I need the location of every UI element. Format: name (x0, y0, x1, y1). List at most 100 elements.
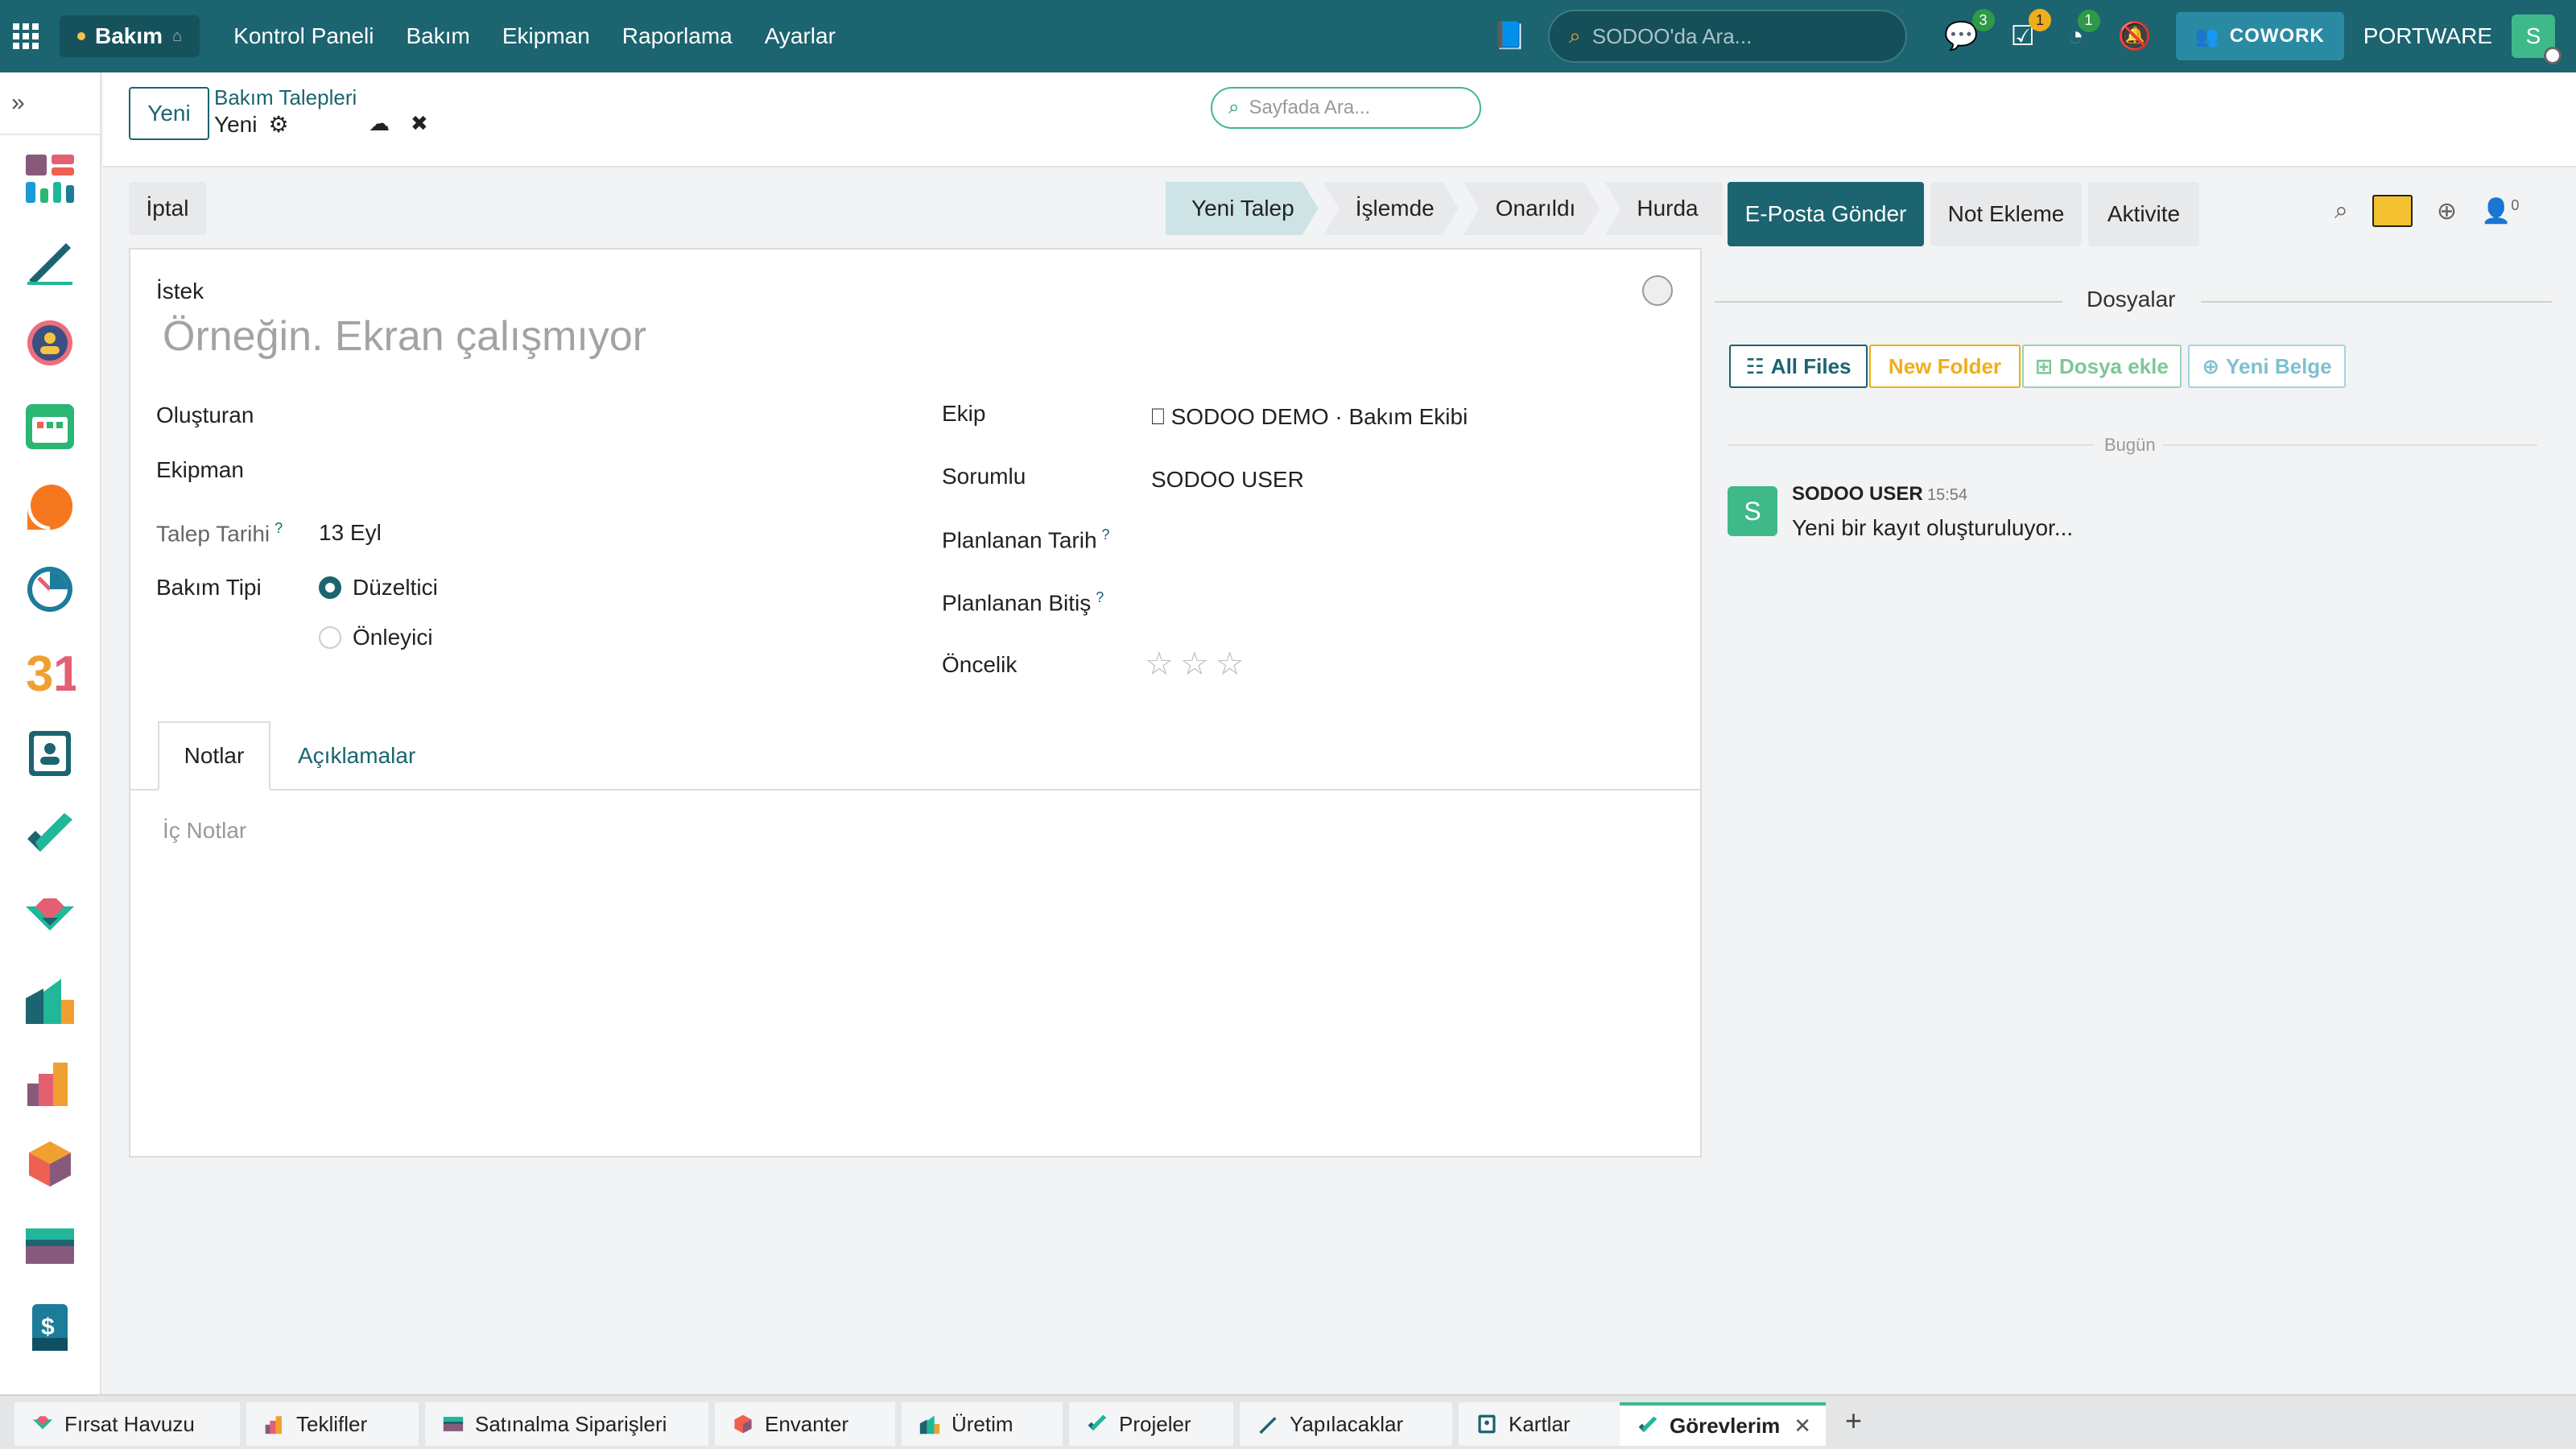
discard-close-icon[interactable]: ✖ (411, 111, 428, 136)
radio-corrective[interactable] (319, 576, 341, 599)
activities-icon[interactable]: ☑ 1 (2011, 9, 2051, 52)
discuss-app-icon[interactable] (24, 481, 76, 533)
radio-preventive-label[interactable]: Önleyici (353, 625, 433, 650)
global-search-input[interactable]: ⌕ SODOO'da Ara... (1548, 10, 1908, 63)
manufacturing-app-icon[interactable] (24, 974, 76, 1026)
message-author-avatar[interactable]: S (1728, 486, 1777, 536)
company-switcher[interactable]: PORTWARE (2363, 23, 2492, 49)
app-name: Bakım (95, 23, 163, 48)
breadcrumb-parent-link[interactable]: Bakım Talepleri (214, 85, 357, 110)
new-record-button[interactable]: Yeni (129, 87, 209, 140)
app-sidebar: » 31 $ (0, 72, 101, 1394)
stage-in-progress[interactable]: İşlemde (1323, 182, 1459, 235)
calendar-31-icon[interactable]: 31 (24, 646, 80, 702)
bottom-tab-label: Üretim (952, 1411, 1013, 1436)
responsible-field[interactable]: SODOO USER (1151, 467, 1304, 493)
tab-descriptions[interactable]: Açıklamalar (298, 721, 415, 791)
page-search-input[interactable]: ⌕ Sayfada Ara... (1211, 87, 1481, 129)
send-email-button[interactable]: E-Posta Gönder (1728, 182, 1924, 246)
users-icon: 👥 (2194, 25, 2220, 47)
gear-icon[interactable]: ⚙ (268, 111, 288, 138)
message-body: Yeni bir kayıt oluşturuluyor... (1792, 515, 2074, 540)
crm-app-icon[interactable] (24, 892, 76, 943)
request-title-input[interactable]: Örneğin. Ekran çalışmıyor (163, 312, 646, 361)
manufacturing-tab-icon (919, 1415, 940, 1435)
cowork-button[interactable]: 👥 COWORK (2175, 12, 2344, 60)
bottom-tab-todo[interactable]: Yapılacaklar (1240, 1402, 1452, 1446)
save-cloud-icon[interactable]: ☁ (369, 111, 390, 136)
bottom-tab-projects[interactable]: Projeler (1069, 1402, 1233, 1446)
help-icon[interactable]: ? (275, 520, 283, 536)
followers-icon[interactable]: 👤0 (2481, 197, 2519, 225)
sales-app-icon[interactable] (24, 1056, 76, 1108)
dashboard-app-icon[interactable] (24, 153, 76, 204)
help-icon[interactable]: ? (1096, 589, 1104, 605)
todo-app-icon[interactable] (24, 235, 76, 287)
bottom-tab-purchase-orders[interactable]: Satınalma Siparişleri (425, 1402, 708, 1446)
bottom-tab-my-tasks[interactable]: Görevlerim ✕ (1620, 1402, 1826, 1446)
message-author[interactable]: SODOO USER (1792, 483, 1923, 506)
svg-text:3: 3 (26, 646, 53, 697)
inventory-app-icon[interactable] (24, 1138, 76, 1190)
folder-icon[interactable] (2372, 195, 2413, 227)
stage-scrap[interactable]: Hurda (1604, 182, 1723, 235)
calendar-app-icon[interactable] (24, 399, 76, 451)
radio-preventive[interactable] (319, 626, 341, 649)
contacts-app-icon[interactable] (24, 728, 76, 779)
user-avatar[interactable]: S (2512, 14, 2562, 64)
bottom-tab-quotations[interactable]: Teklifler (246, 1402, 419, 1446)
team-field[interactable]: ⎕ SODOO DEMO · Bakım Ekibi (1151, 404, 1468, 431)
menu-item-maintenance[interactable]: Bakım (390, 23, 485, 49)
stage-new-request[interactable]: Yeni Talep (1166, 182, 1319, 235)
bottom-tab-cards[interactable]: Kartlar (1459, 1402, 1620, 1446)
invoicing-app-icon[interactable]: $ (24, 1302, 76, 1354)
timer-icon[interactable]: ◔ 1 (2067, 9, 2100, 52)
add-file-button[interactable]: ⊞ Dosya ekle (2022, 345, 2182, 388)
bottom-tab-inventory[interactable]: Envanter (715, 1402, 895, 1446)
meeting-app-icon[interactable] (24, 317, 76, 369)
messages-icon[interactable]: 💬 3 (1944, 9, 1995, 52)
add-follower-icon[interactable]: ⊕ (2437, 197, 2457, 225)
followers-count: 0 (2511, 196, 2520, 213)
cancel-button[interactable]: İptal (129, 182, 206, 235)
close-tab-icon[interactable]: ✕ (1794, 1414, 1811, 1439)
radio-corrective-label[interactable]: Düzeltici (353, 575, 438, 601)
bottom-tab-manufacturing[interactable]: Üretim (902, 1402, 1063, 1446)
menu-item-dashboard[interactable]: Kontrol Paneli (217, 23, 390, 49)
activity-button[interactable]: Aktivite (2088, 182, 2199, 246)
menu-item-equipment[interactable]: Ekipman (486, 23, 606, 49)
star-icon[interactable]: ☆ (1180, 646, 1209, 683)
star-icon[interactable]: ☆ (1145, 646, 1174, 683)
responsible-label: Sorumlu (942, 464, 1026, 489)
bottom-tab-crm[interactable]: Fırsat Havuzu (14, 1402, 240, 1446)
inventory-tab-icon (734, 1414, 752, 1434)
internal-notes-input[interactable]: İç Notlar (163, 818, 246, 844)
tab-notes[interactable]: Notlar (158, 721, 270, 791)
bottom-tab-label: Fırsat Havuzu (64, 1411, 195, 1436)
sidebar-expand-icon[interactable]: » (0, 72, 100, 135)
request-label: İstek (156, 279, 204, 303)
purchase-app-icon[interactable] (24, 1220, 76, 1272)
menu-item-settings[interactable]: Ayarlar (749, 23, 852, 49)
app-brand-button[interactable]: Bakım ⌂ (60, 15, 200, 57)
new-document-button[interactable]: ⊕ Yeni Belge (2188, 345, 2346, 388)
apps-menu-icon[interactable] (0, 0, 52, 72)
bottom-tab-label: Görevlerim (1670, 1413, 1781, 1438)
project-app-icon[interactable] (24, 810, 76, 861)
files-header: Dosyalar (2087, 287, 2176, 312)
log-note-button[interactable]: Not Ekleme (1930, 182, 2082, 246)
request-date-field[interactable]: 13 Eyl (319, 520, 382, 546)
notifications-muted-icon[interactable]: 🔕 (2118, 20, 2152, 52)
all-files-button[interactable]: ☷ All Files (1729, 345, 1868, 388)
menu-item-reporting[interactable]: Raporlama (606, 23, 749, 49)
knowledge-book-icon[interactable]: 📘 (1493, 20, 1527, 52)
contacts-tab-icon (1478, 1414, 1496, 1434)
stage-repaired[interactable]: Onarıldı (1463, 182, 1600, 235)
help-icon[interactable]: ? (1102, 526, 1110, 543)
add-tab-icon[interactable]: + (1845, 1404, 1862, 1438)
timesheet-app-icon[interactable] (24, 564, 76, 615)
kanban-state-toggle[interactable] (1642, 275, 1673, 306)
new-folder-button[interactable]: New Folder (1869, 345, 2021, 388)
star-icon[interactable]: ☆ (1216, 646, 1245, 683)
search-icon[interactable]: ⌕ (2334, 197, 2348, 225)
